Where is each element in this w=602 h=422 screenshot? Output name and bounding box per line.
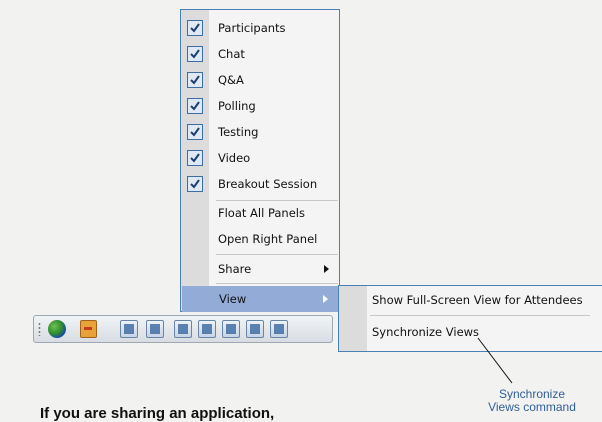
callout-pointer-line: [477, 337, 513, 384]
callout-label: Synchronize Views command: [482, 388, 582, 414]
callout-line-2: Views command: [488, 400, 576, 414]
